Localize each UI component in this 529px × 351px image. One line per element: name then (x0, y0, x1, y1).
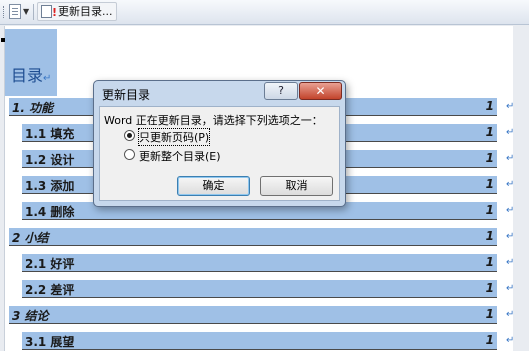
toolbar-grip-icon[interactable] (3, 6, 6, 18)
update-toc-button[interactable]: 更新目录... (37, 2, 117, 21)
update-toc-dialog: 更新目录 ? ✕ Word 正在更新目录，请选择下列选项之一： 只更新页码(P)… (93, 80, 346, 207)
radio-selected-icon[interactable] (124, 130, 135, 141)
toc-entry-page: 1 (485, 203, 494, 217)
toc-entry-page: 1 (485, 333, 494, 347)
toc-entry[interactable]: 2.2 差评 1 (22, 280, 497, 298)
toc-entry[interactable]: 2.1 好评 1 (22, 254, 497, 272)
paragraph-mark: ↵ (506, 335, 515, 346)
update-toc-label: 更新目录... (58, 5, 113, 18)
dialog-title: 更新目录 (102, 88, 151, 102)
help-button[interactable]: ? (264, 82, 298, 100)
paragraph-mark: ↵ (506, 205, 515, 216)
toc-entry-text: 3 结论 (12, 309, 49, 323)
close-button[interactable]: ✕ (299, 82, 342, 100)
document-icon[interactable] (9, 4, 21, 19)
ok-button[interactable]: 确定 (177, 176, 250, 196)
document-title[interactable]: 目录↵ (11, 62, 51, 86)
toc-entry-page: 1 (485, 125, 494, 139)
page-margin (513, 26, 529, 351)
toc-entry[interactable]: 2 小结 1 (9, 228, 497, 246)
dialog-prompt: Word 正在更新目录，请选择下列选项之一： (104, 114, 323, 127)
paragraph-mark: ↵ (506, 127, 515, 138)
toc-entry-page: 1 (485, 229, 494, 243)
option-label: 更新整个目录(E) (139, 150, 221, 163)
toc-entry-text: 1. 功能 (12, 101, 54, 115)
toc-entry-page: 1 (485, 99, 494, 113)
toc-entry-text: 1.3 添加 (25, 179, 75, 193)
paragraph-mark: ↵ (506, 257, 515, 268)
toc-entry-page: 1 (485, 281, 494, 295)
radio-unselected-icon[interactable] (124, 149, 135, 160)
paragraph-mark: ↵ (506, 101, 515, 112)
paragraph-mark: ↵ (506, 231, 515, 242)
dropdown-arrow-icon[interactable]: ▼ (23, 7, 29, 16)
toc-entry-text: 2 小结 (12, 231, 49, 245)
toc-entry-page: 1 (485, 151, 494, 165)
cancel-button[interactable]: 取消 (260, 176, 333, 196)
toc-entry-text: 2.2 差评 (25, 283, 75, 297)
toc-entry[interactable]: 3.1 展望 1 (22, 332, 497, 350)
toc-entry-text: 3.1 展望 (25, 335, 75, 349)
paragraph-mark: ↵ (506, 283, 515, 294)
toolbar-separator (33, 4, 34, 20)
toc-entry-page: 1 (485, 255, 494, 269)
paragraph-mark: ↵ (506, 309, 515, 320)
option-label: 只更新页码(P) (137, 128, 211, 146)
toc-entry-text: 1.4 删除 (25, 205, 75, 219)
toc-entry-text: 2.1 好评 (25, 257, 75, 271)
toc-entry-text: 1.1 填充 (25, 127, 75, 141)
toc-entry[interactable]: 3 结论 1 (9, 306, 497, 324)
toc-entry-page: 1 (485, 307, 494, 321)
toc-entry-text: 1.2 设计 (25, 153, 75, 167)
toolbar: ▼ 更新目录... (0, 0, 529, 25)
dialog-body: Word 正在更新目录，请选择下列选项之一： 只更新页码(P) 更新整个目录(E… (99, 106, 340, 201)
paragraph-mark: ↵ (506, 179, 515, 190)
toc-entry-page: 1 (485, 177, 494, 191)
update-toc-icon (41, 4, 57, 21)
paragraph-mark: ↵ (506, 153, 515, 164)
paragraph-mark: ↵ (43, 73, 52, 84)
